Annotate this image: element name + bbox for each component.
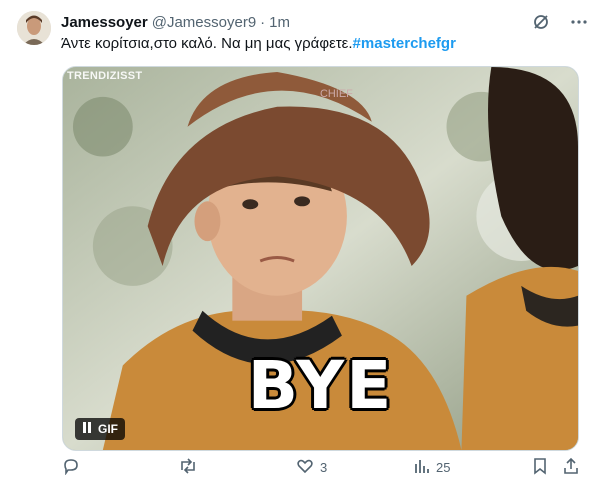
watermark: TRENDIZISST (67, 70, 143, 82)
reply-icon (62, 457, 80, 478)
bookmark-button[interactable] (532, 457, 548, 478)
reply-button[interactable] (62, 457, 86, 478)
tweet-text: Άντε κορίτσια,στο καλό. Να μη μας γράφετ… (61, 34, 456, 54)
gif-caption: BYE (247, 347, 394, 424)
user-handle[interactable]: @Jamessoyer9 (152, 14, 256, 31)
views-count: 25 (436, 459, 451, 475)
separator-dot: · (260, 13, 266, 31)
gif-media[interactable]: CHIEF TRENDIZISST BYE GIF (62, 66, 579, 451)
display-name[interactable]: Jamessoyer (61, 14, 148, 31)
views-button[interactable]: 25 (414, 458, 450, 477)
share-button[interactable] (562, 457, 580, 478)
share-icon (562, 457, 580, 478)
hashtag-link[interactable]: #masterchefgr (353, 35, 456, 52)
svg-text:CHIEF: CHIEF (320, 88, 353, 100)
timestamp[interactable]: 1m (269, 14, 290, 31)
pause-icon[interactable] (82, 422, 92, 436)
gif-controls[interactable]: GIF (75, 418, 125, 440)
avatar[interactable] (17, 11, 51, 45)
retweet-icon (178, 457, 198, 478)
like-count: 3 (320, 459, 328, 475)
like-button[interactable]: 3 (296, 457, 327, 478)
retweet-button[interactable] (178, 457, 204, 478)
views-icon (414, 458, 430, 477)
tweet-header: Jamessoyer @Jamessoyer9 · 1m (61, 12, 588, 32)
action-bar: 3 25 (62, 455, 582, 479)
bookmark-icon (532, 457, 548, 478)
heart-icon (296, 457, 314, 478)
more-options-icon[interactable] (570, 13, 588, 31)
tweet-body: Άντε κορίτσια,στο καλό. Να μη μας γράφετ… (61, 35, 353, 52)
grok-icon[interactable] (532, 13, 550, 31)
gif-label: GIF (98, 422, 118, 436)
